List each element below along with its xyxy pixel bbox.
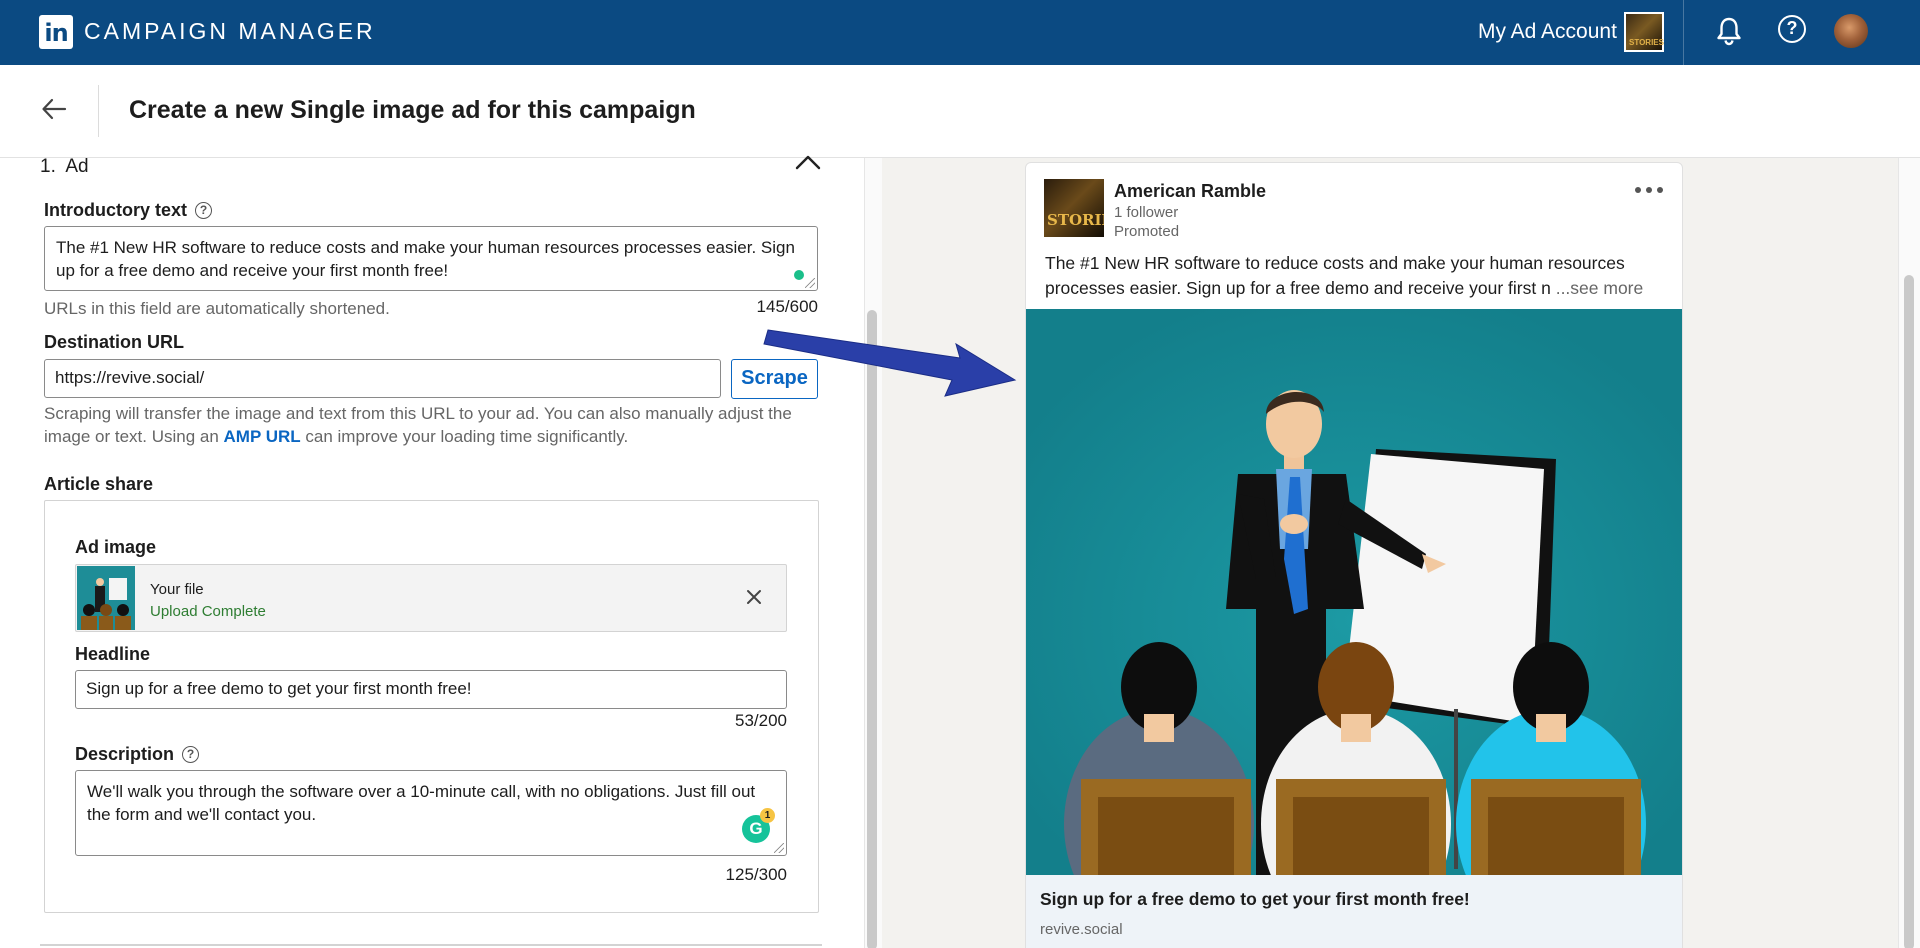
article-share-label: Article share xyxy=(44,474,154,494)
account-switcher-label[interactable]: My Ad Account xyxy=(1478,20,1617,44)
account-avatar-text: STORIES xyxy=(1629,38,1664,47)
headline-counter: 53/200 xyxy=(735,711,787,730)
annotation-arrow-icon xyxy=(763,329,1017,397)
destination-url-label: Destination URL xyxy=(44,332,185,352)
scrape-hint-text-end: can improve your loading time significan… xyxy=(300,427,629,446)
form-scrollbar-thumb[interactable] xyxy=(867,310,877,948)
help-circle-icon[interactable]: ? xyxy=(195,202,213,219)
amp-url-link[interactable]: AMP URL xyxy=(224,427,301,446)
section-title-ad[interactable]: 1. Ad xyxy=(40,156,89,178)
headline-label: Headline xyxy=(75,644,151,664)
topbar-divider xyxy=(1683,0,1684,65)
chevron-up-icon[interactable] xyxy=(795,154,821,170)
intro-text-label: Introductory text? xyxy=(44,200,213,221)
header-divider xyxy=(98,85,99,137)
intro-text-value: The #1 New HR software to reduce costs a… xyxy=(56,238,795,280)
ad-footer[interactable]: Sign up for a free demo to get your firs… xyxy=(1026,875,1682,948)
promoted-label: Promoted xyxy=(1114,223,1180,240)
description-textarea[interactable]: We'll walk you through the software over… xyxy=(75,770,787,856)
status-dot-icon xyxy=(794,270,804,280)
more-options-icon[interactable] xyxy=(1634,185,1664,195)
page-header: Create a new Single image ad for this ca… xyxy=(0,65,1920,158)
ad-preview-card: STORIES American Ramble 1 follower Promo… xyxy=(1025,162,1683,948)
follower-count: 1 follower xyxy=(1114,204,1179,221)
file-name: Your file xyxy=(150,581,204,598)
description-value: We'll walk you through the software over… xyxy=(87,782,756,824)
grammarly-badge: 1 xyxy=(760,808,775,823)
description-counter: 125/300 xyxy=(725,865,787,884)
ad-headline[interactable]: Sign up for a free demo to get your firs… xyxy=(1040,889,1470,910)
preview-scrollbar-thumb[interactable] xyxy=(1904,275,1914,948)
intro-text-label-text: Introductory text xyxy=(44,200,188,220)
account-avatar[interactable]: STORIES xyxy=(1624,12,1664,52)
headline-input[interactable]: Sign up for a free demo to get your firs… xyxy=(75,670,787,709)
ad-image-label: Ad image xyxy=(75,537,157,557)
page-title: Create a new Single image ad for this ca… xyxy=(129,96,696,124)
intro-text-textarea[interactable]: The #1 New HR software to reduce costs a… xyxy=(44,226,818,291)
section-divider xyxy=(40,944,822,946)
top-navigation-bar: in CAMPAIGN MANAGER My Ad Account STORIE… xyxy=(0,0,1920,65)
arrow-left-icon[interactable] xyxy=(40,95,68,123)
help-circle-icon[interactable]: ? xyxy=(182,746,200,763)
uploaded-file-row: Your file Upload Complete xyxy=(75,564,787,632)
help-icon[interactable]: ? xyxy=(1778,15,1806,43)
upload-status: Upload Complete xyxy=(150,603,266,620)
destination-url-input[interactable]: https://revive.social/ xyxy=(44,359,721,398)
linkedin-logo[interactable]: in xyxy=(39,15,73,49)
company-logo-text: STORIES xyxy=(1047,211,1104,229)
intro-text-counter: 145/600 xyxy=(756,297,818,316)
description-label: Description? xyxy=(75,744,200,765)
ad-preview-image[interactable] xyxy=(1026,309,1683,875)
close-icon[interactable] xyxy=(744,587,764,607)
see-more-link[interactable]: ...see more xyxy=(1556,278,1644,298)
company-logo[interactable]: STORIES xyxy=(1044,179,1104,237)
app-title[interactable]: CAMPAIGN MANAGER xyxy=(84,18,376,45)
bell-icon[interactable] xyxy=(1715,16,1743,46)
intro-text-hint: URLs in this field are automatically sho… xyxy=(44,299,390,318)
user-avatar[interactable] xyxy=(1834,14,1868,48)
post-text: The #1 New HR software to reduce costs a… xyxy=(1045,251,1665,301)
company-name[interactable]: American Ramble xyxy=(1114,181,1266,202)
post-text-body: The #1 New HR software to reduce costs a… xyxy=(1045,253,1625,298)
description-label-text: Description xyxy=(75,744,175,764)
ad-image-thumbnail[interactable] xyxy=(77,566,135,630)
scrape-hint: Scraping will transfer the image and tex… xyxy=(44,402,824,448)
resize-handle-icon[interactable] xyxy=(774,843,784,853)
ad-domain: revive.social xyxy=(1040,921,1123,938)
resize-handle-icon[interactable] xyxy=(805,278,815,288)
